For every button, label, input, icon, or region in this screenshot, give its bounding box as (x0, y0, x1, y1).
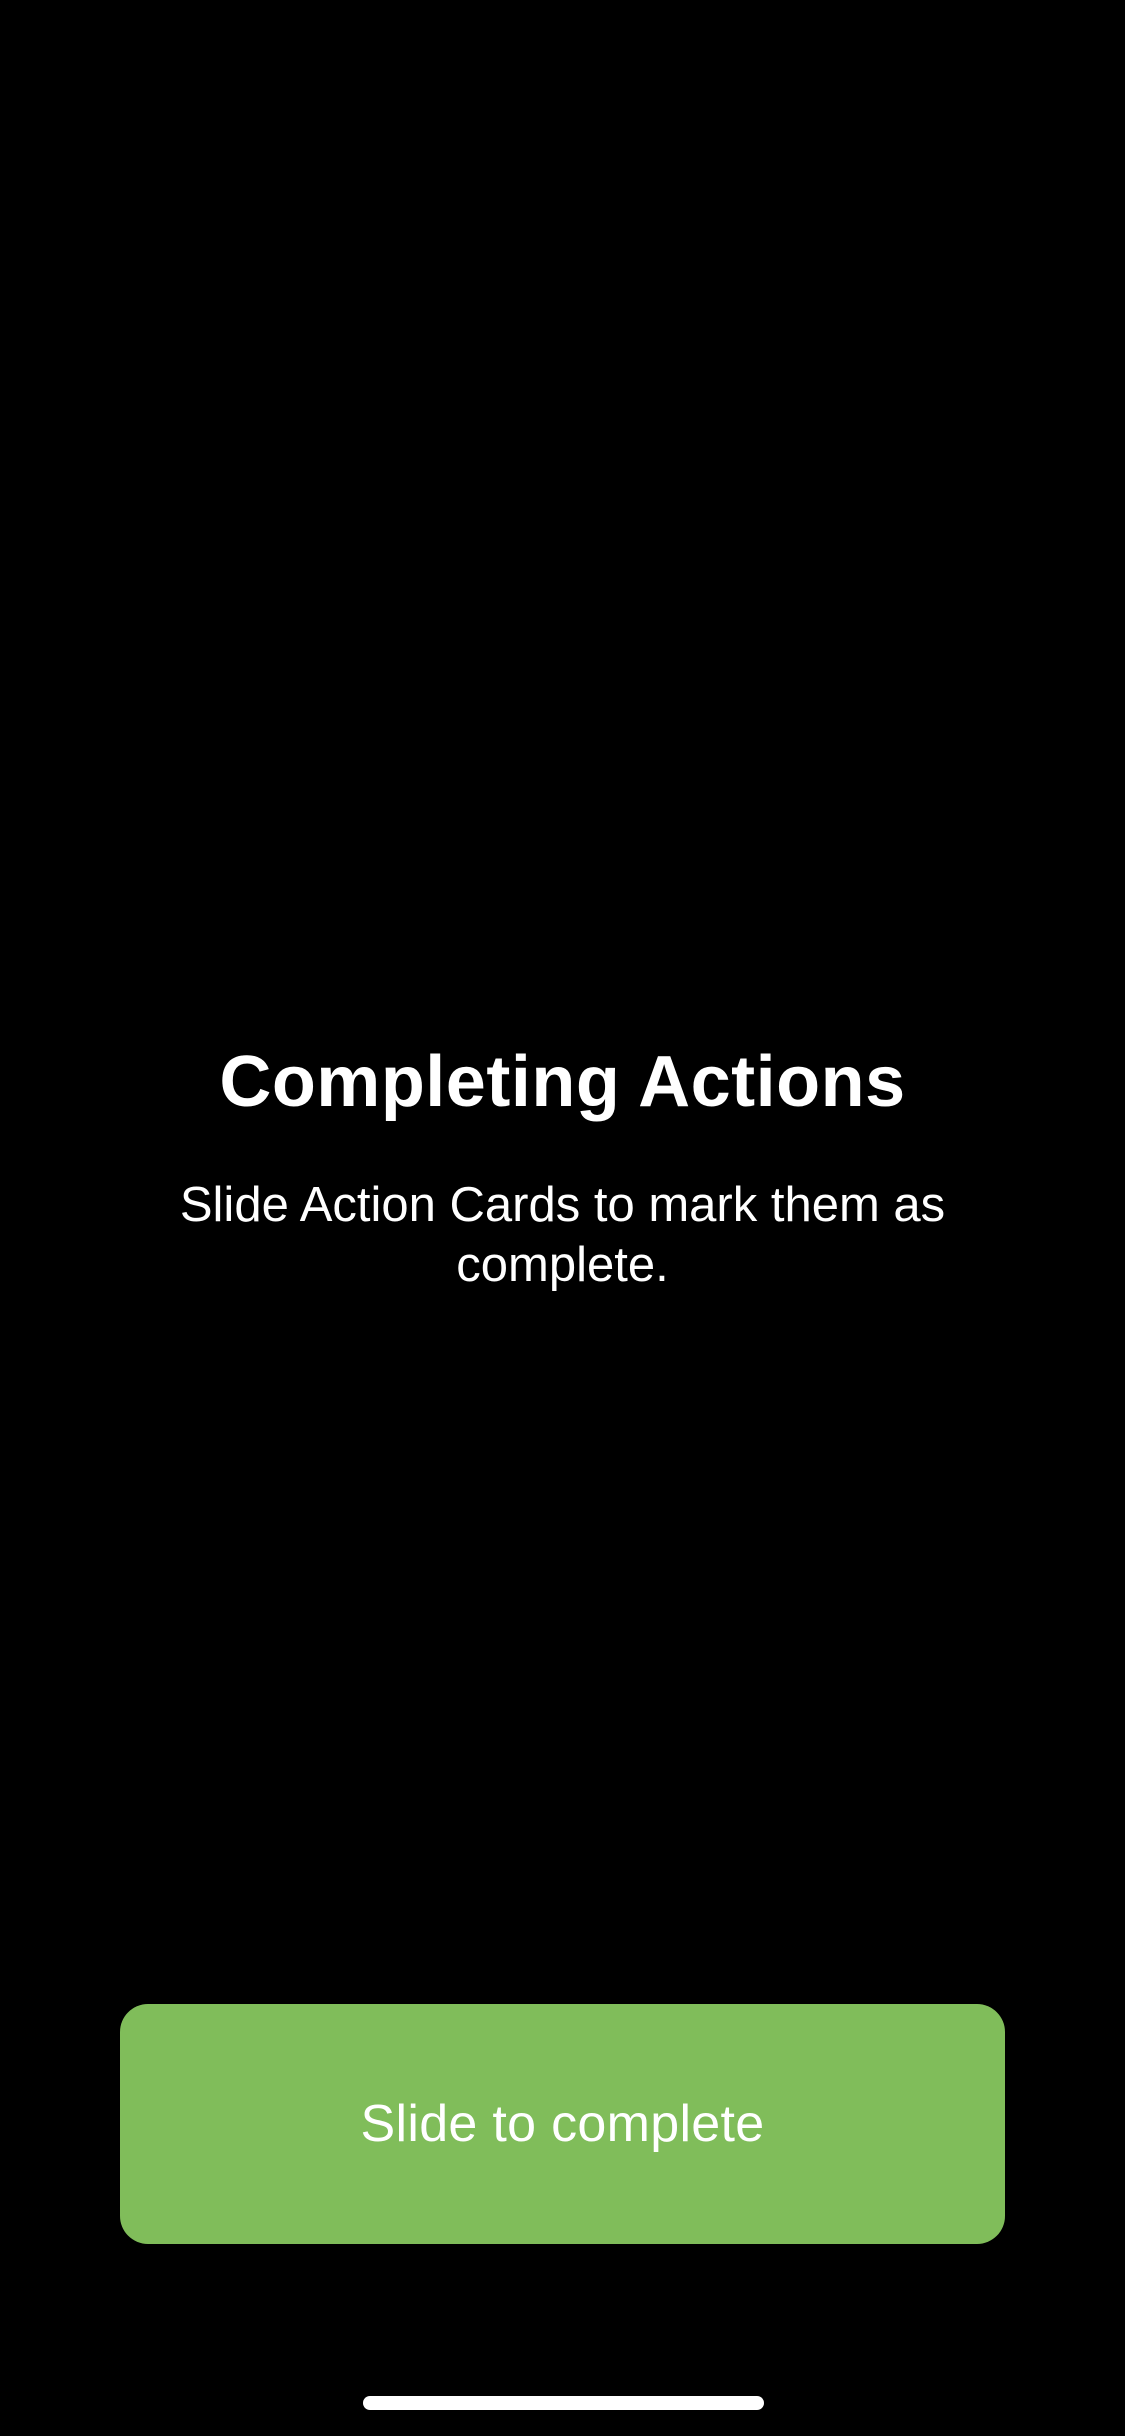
onboarding-screen: Completing Actions Slide Action Cards to… (0, 0, 1125, 2436)
onboarding-text-block: Completing Actions Slide Action Cards to… (0, 1035, 1125, 1295)
home-indicator[interactable] (363, 2396, 764, 2410)
page-subtitle: Slide Action Cards to mark them as compl… (179, 1178, 946, 1292)
page-title: Completing Actions (219, 1042, 906, 1122)
slide-to-complete-label: Slide to complete (360, 2095, 765, 2153)
slide-to-complete-card[interactable]: Slide to complete (120, 2004, 1005, 2244)
